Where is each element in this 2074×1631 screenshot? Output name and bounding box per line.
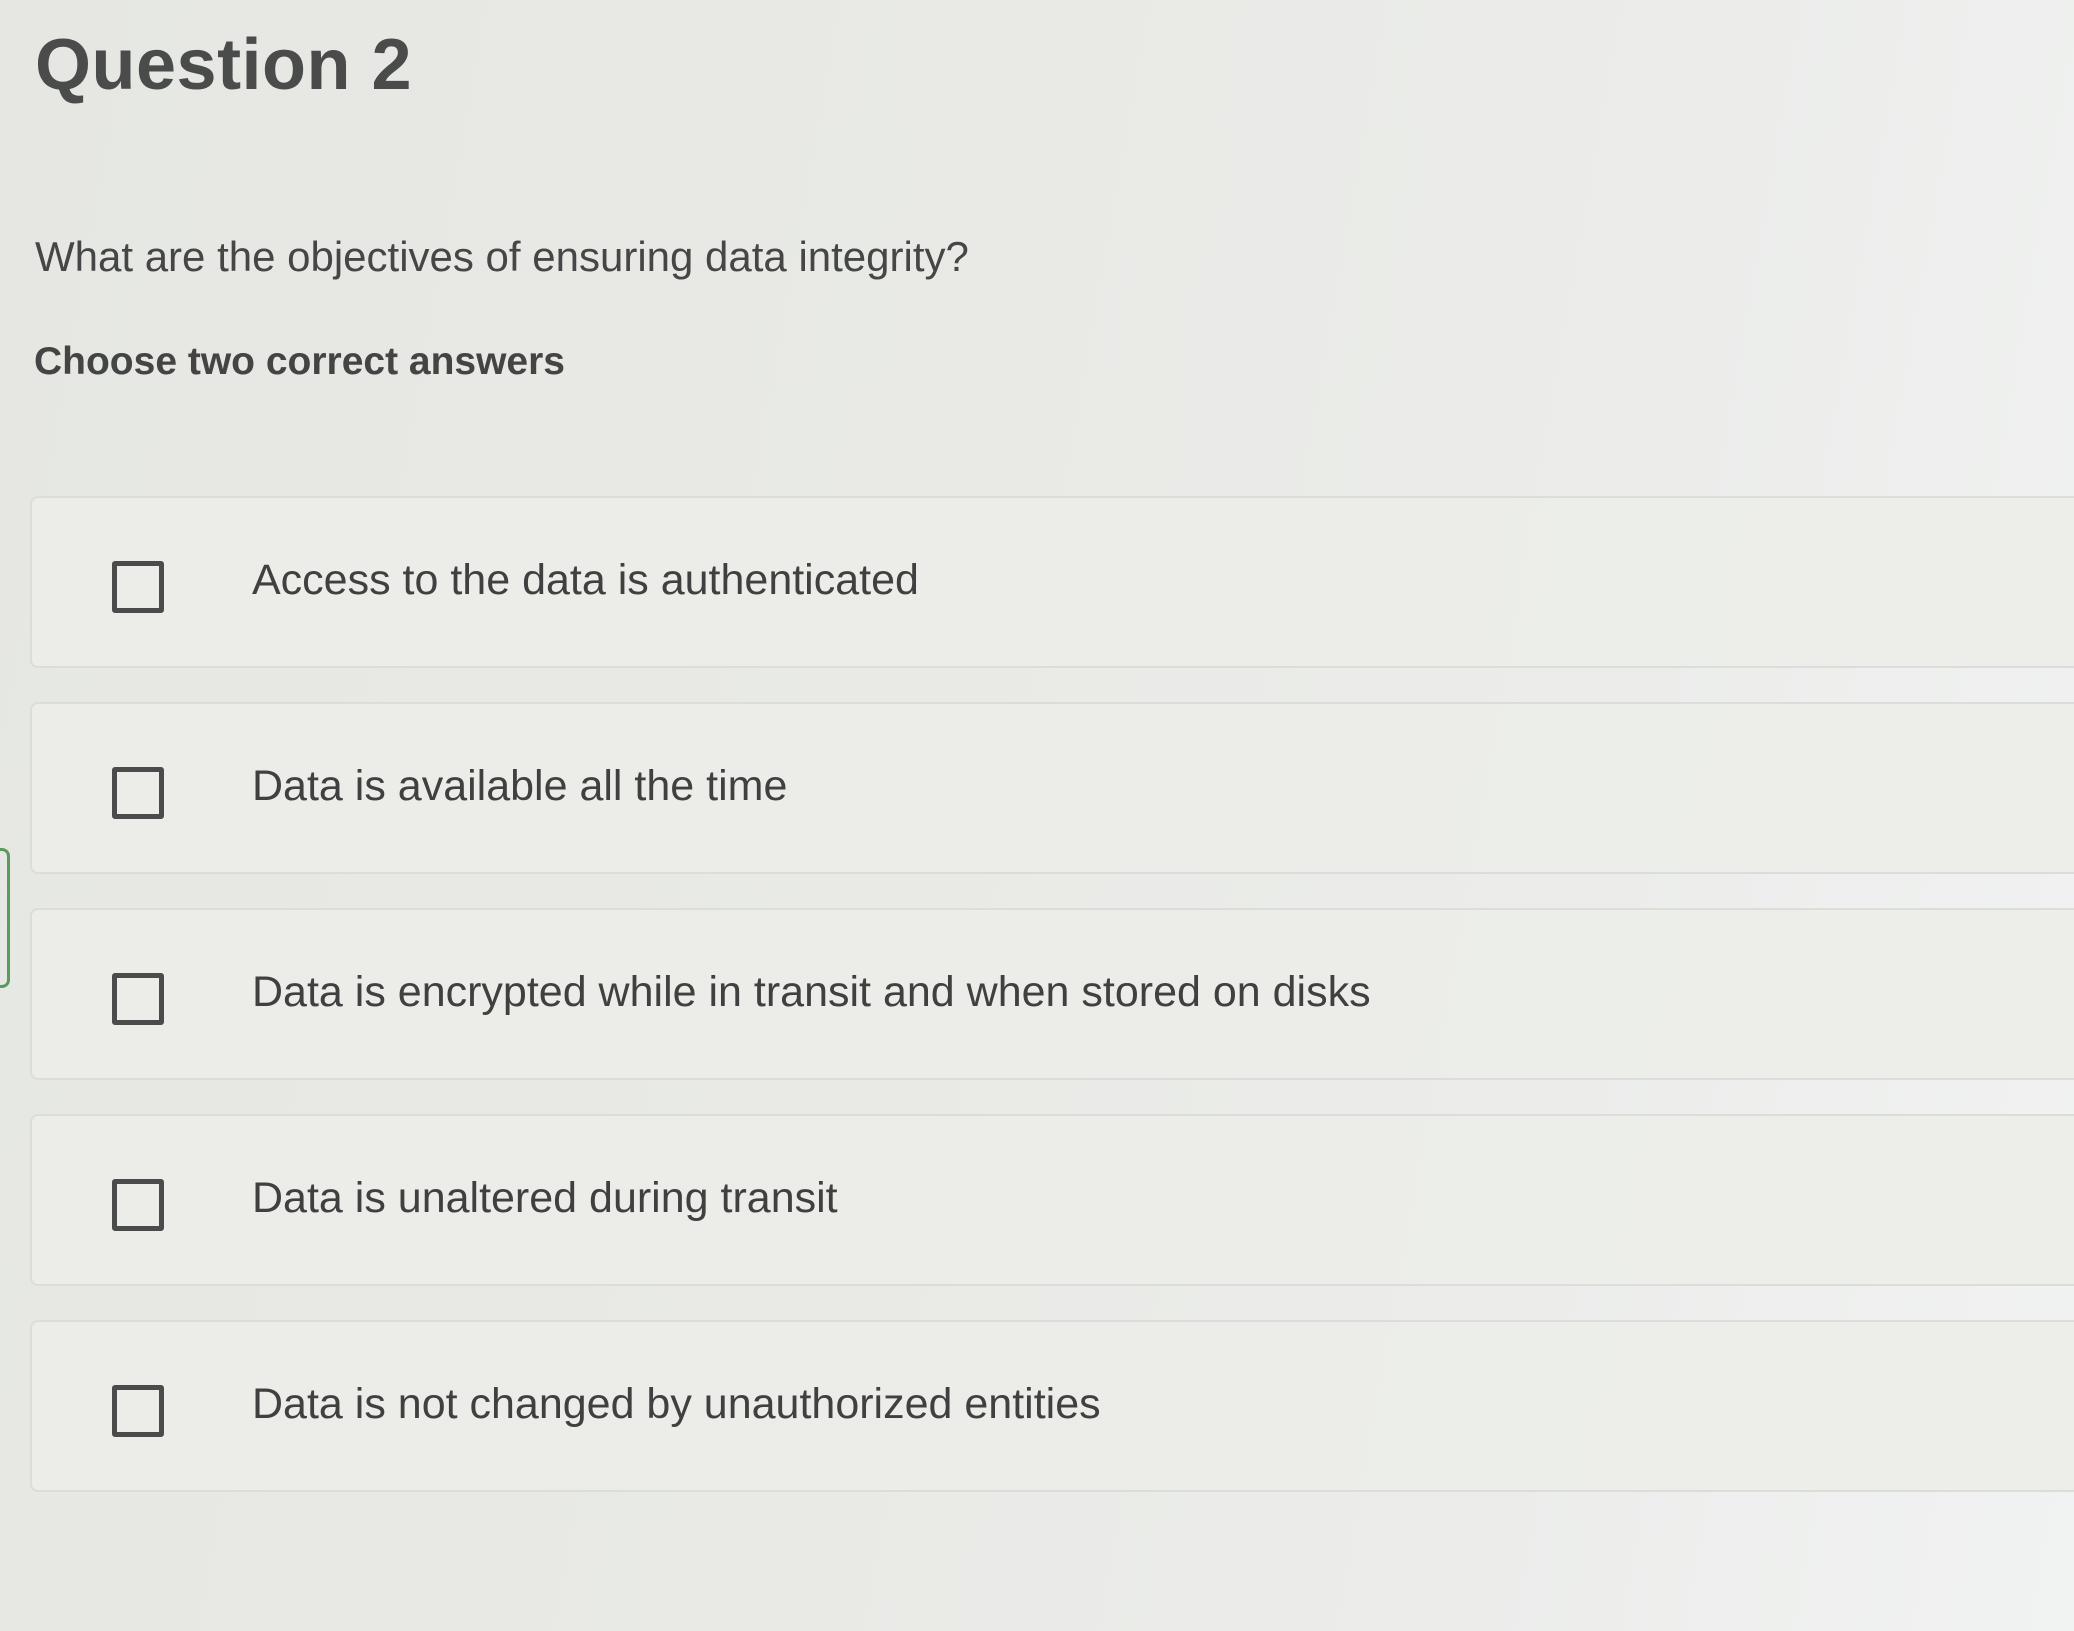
question-title: Question 2 xyxy=(35,25,413,105)
answer-instruction: Choose two correct answers xyxy=(34,340,565,383)
option-checkbox-1[interactable] xyxy=(112,561,164,613)
answer-option-1[interactable]: Access to the data is authenticated xyxy=(30,496,2074,668)
option-checkbox-5[interactable] xyxy=(112,1385,164,1437)
answer-option-2[interactable]: Data is available all the time xyxy=(30,702,2074,874)
option-checkbox-2[interactable] xyxy=(112,767,164,819)
answer-options-list: Access to the data is authenticated Data… xyxy=(30,496,2074,1526)
option-label-4: Data is unaltered during transit xyxy=(252,1174,838,1222)
option-label-2: Data is available all the time xyxy=(252,762,788,810)
option-label-1: Access to the data is authenticated xyxy=(252,556,919,604)
answer-option-5[interactable]: Data is not changed by unauthorized enti… xyxy=(30,1320,2074,1492)
focus-indicator xyxy=(0,848,10,988)
question-prompt: What are the objectives of ensuring data… xyxy=(35,233,969,280)
option-label-3: Data is encrypted while in transit and w… xyxy=(252,968,1371,1016)
answer-option-3[interactable]: Data is encrypted while in transit and w… xyxy=(30,908,2074,1080)
answer-option-4[interactable]: Data is unaltered during transit xyxy=(30,1114,2074,1286)
option-checkbox-3[interactable] xyxy=(112,973,164,1025)
option-label-5: Data is not changed by unauthorized enti… xyxy=(252,1380,1101,1428)
option-checkbox-4[interactable] xyxy=(112,1179,164,1231)
